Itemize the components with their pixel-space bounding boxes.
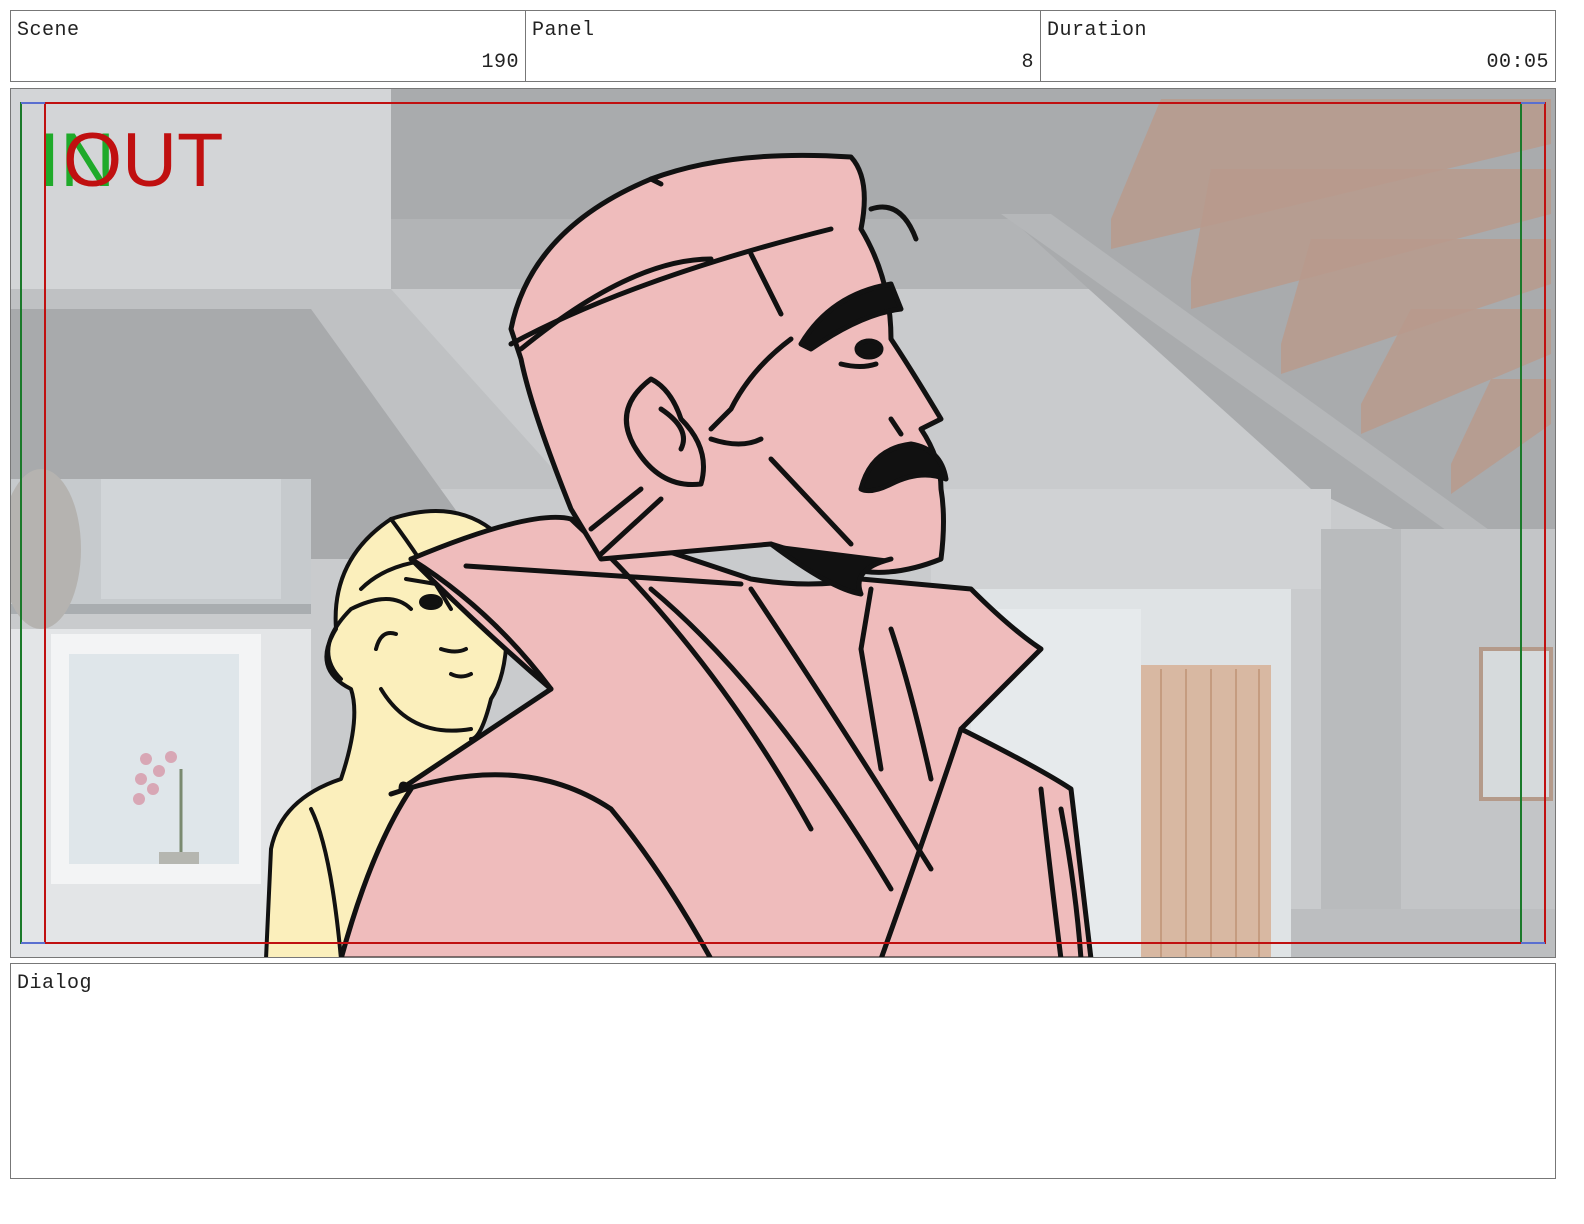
panel-header: Scene 190 Panel 8 Duration 00:05 (10, 10, 1556, 82)
out-marker-label: OUT (63, 118, 224, 203)
scene-label: Scene (17, 19, 80, 42)
storyboard-drawing (11, 89, 1555, 957)
scene-number[interactable]: 190 (481, 51, 519, 74)
panel-number[interactable]: 8 (1021, 51, 1034, 74)
duration-label: Duration (1047, 19, 1148, 42)
scene-cell: Scene 190 (11, 11, 526, 81)
panel-cell: Panel 8 (526, 11, 1041, 81)
storyboard-frame[interactable]: IN OUT (10, 88, 1556, 958)
panel-label: Panel (532, 19, 595, 42)
dialog-label: Dialog (17, 972, 93, 995)
duration-cell: Duration 00:05 (1041, 11, 1555, 81)
duration-value[interactable]: 00:05 (1486, 51, 1549, 74)
dialog-box[interactable]: Dialog (10, 963, 1556, 1179)
